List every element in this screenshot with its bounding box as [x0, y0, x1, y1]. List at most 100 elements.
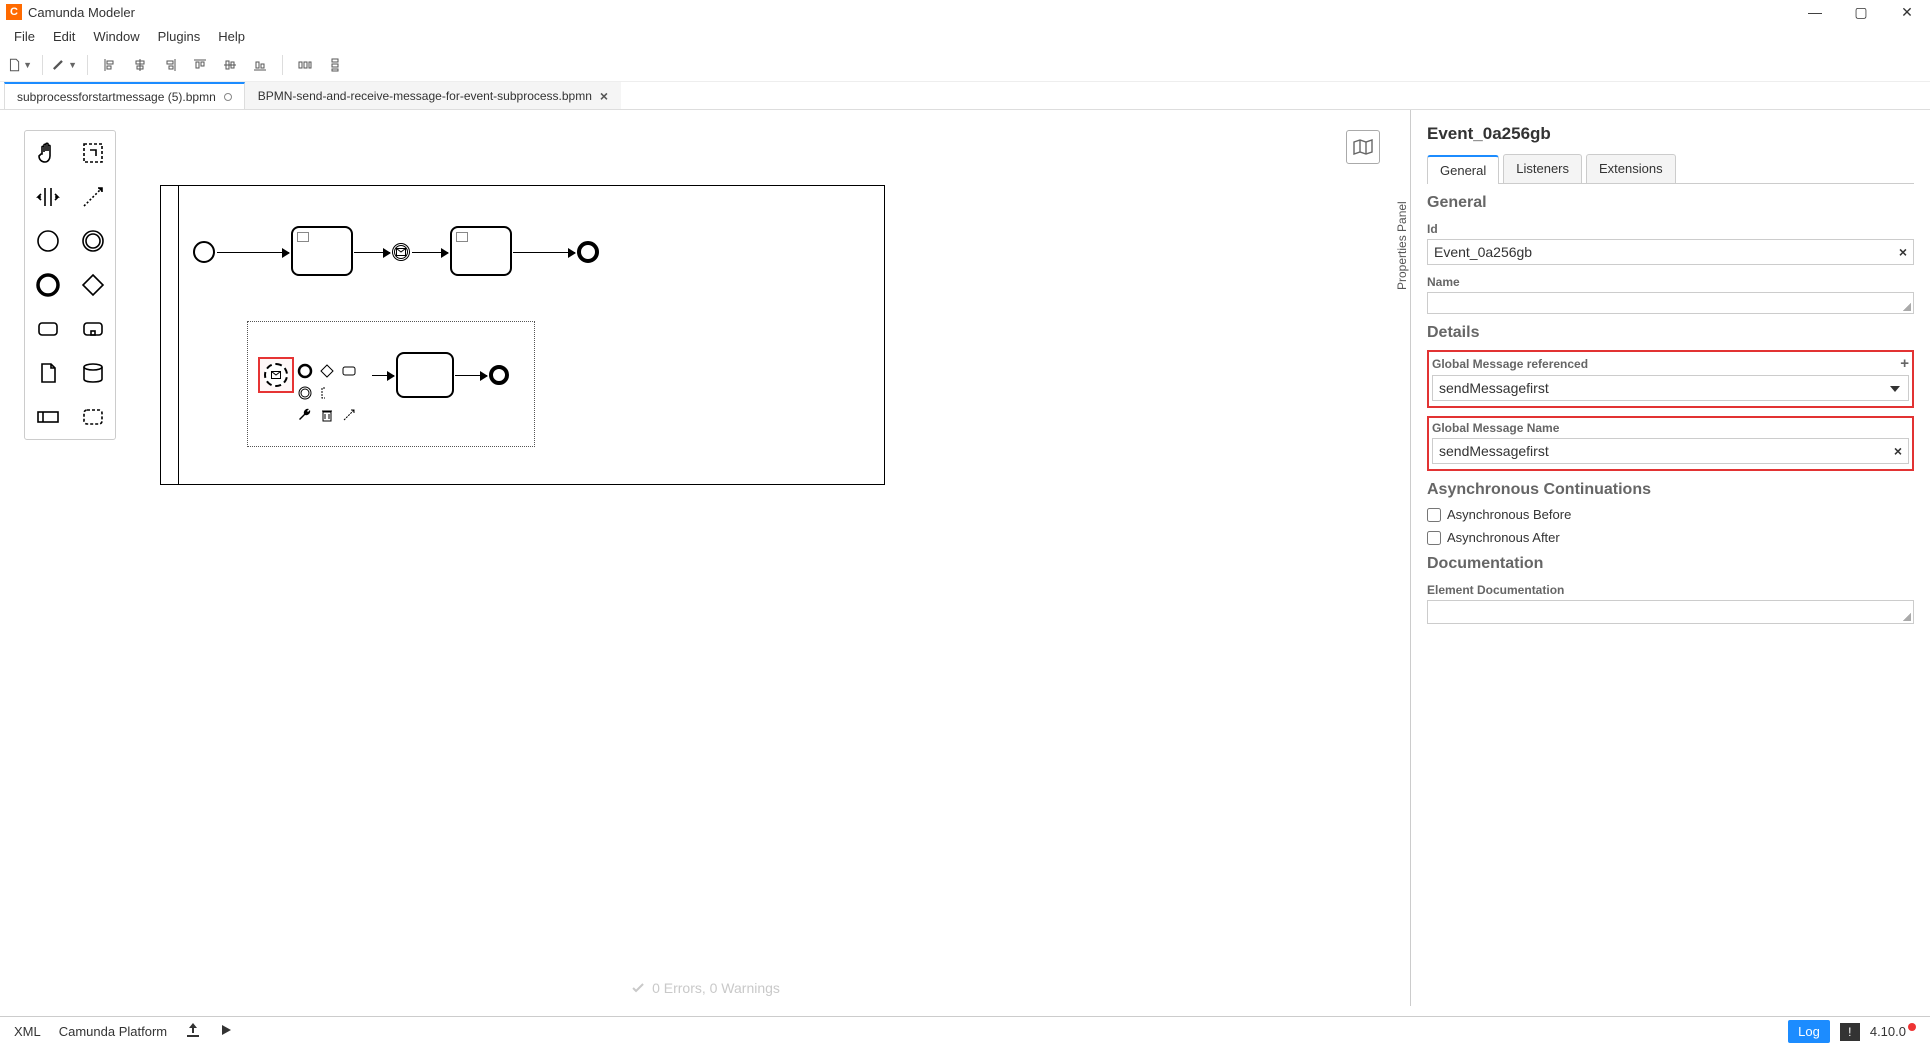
section-async: Asynchronous Continuations	[1427, 481, 1914, 499]
tab-label: BPMN-send-and-receive-message-for-event-…	[258, 89, 592, 103]
align-right-button[interactable]	[158, 53, 182, 77]
event-subprocess[interactable]	[247, 321, 535, 447]
menu-plugins[interactable]: Plugins	[150, 27, 209, 46]
menu-help[interactable]: Help	[210, 27, 253, 46]
id-input[interactable]: Event_0a256gb ×	[1427, 239, 1914, 265]
highlighted-msgname-field: Global Message Name sendMessagefirst ×	[1427, 416, 1914, 471]
properties-panel-label: Properties Panel	[1395, 201, 1409, 290]
menubar: File Edit Window Plugins Help	[0, 24, 1930, 48]
file-tabstrip: subprocessforstartmessage (5).bpmn BPMN-…	[0, 82, 1930, 110]
version-label[interactable]: 4.10.0	[1870, 1024, 1916, 1039]
menu-edit[interactable]: Edit	[45, 27, 83, 46]
name-input[interactable]	[1427, 292, 1914, 314]
task-icon[interactable]	[25, 307, 70, 351]
deploy-icon[interactable]	[185, 1023, 201, 1040]
gateway-icon[interactable]	[70, 263, 115, 307]
task-node-2[interactable]	[450, 226, 512, 276]
platform-label: Camunda Platform	[59, 1024, 167, 1039]
run-icon[interactable]	[219, 1023, 233, 1040]
prop-tab-general[interactable]: General	[1427, 155, 1499, 184]
new-file-button[interactable]: ▼	[8, 53, 32, 77]
minimap-toggle[interactable]	[1346, 130, 1380, 164]
start-event-node[interactable]	[193, 241, 215, 263]
prop-tab-extensions[interactable]: Extensions	[1586, 154, 1676, 183]
ctx-end-event-icon[interactable]	[296, 362, 314, 380]
space-tool-icon[interactable]	[25, 175, 70, 219]
section-details: Details	[1427, 324, 1914, 342]
async-before-checkbox[interactable]: Asynchronous Before	[1427, 507, 1914, 522]
distribute-v-button[interactable]	[323, 53, 347, 77]
ctx-connect-icon[interactable]	[340, 406, 358, 424]
tab-file-2[interactable]: BPMN-send-and-receive-message-for-event-…	[245, 82, 621, 109]
data-store-icon[interactable]	[70, 351, 115, 395]
element-palette	[24, 130, 116, 440]
marker-button[interactable]: ▼	[53, 53, 77, 77]
align-bottom-button[interactable]	[248, 53, 272, 77]
msgname-label: Global Message Name	[1432, 421, 1909, 435]
participant-icon[interactable]	[25, 395, 70, 439]
diagram-canvas[interactable]: 0 Errors, 0 Warnings	[0, 110, 1410, 1006]
intermediate-event-icon[interactable]	[70, 219, 115, 263]
align-left-button[interactable]	[98, 53, 122, 77]
ctx-intermediate-event-icon[interactable]	[296, 384, 314, 402]
bpmn-diagram[interactable]	[160, 185, 885, 485]
section-documentation: Documentation	[1427, 555, 1914, 573]
msgref-select[interactable]: sendMessagefirst	[1432, 375, 1909, 401]
warning-indicator-icon[interactable]: !	[1840, 1023, 1860, 1041]
task-node-1[interactable]	[291, 226, 353, 276]
doc-label: Element Documentation	[1427, 583, 1914, 597]
ctx-gateway-icon[interactable]	[318, 362, 336, 380]
xml-toggle[interactable]: XML	[14, 1024, 41, 1039]
group-icon[interactable]	[70, 395, 115, 439]
hand-tool-icon[interactable]	[25, 131, 70, 175]
msgref-label: Global Message referenced	[1432, 357, 1588, 371]
app-icon: C	[6, 4, 22, 20]
align-center-h-button[interactable]	[128, 53, 152, 77]
app-title: Camunda Modeler	[28, 5, 135, 20]
start-event-icon[interactable]	[25, 219, 70, 263]
menu-window[interactable]: Window	[85, 27, 147, 46]
properties-panel: Properties Panel Event_0a256gb General L…	[1410, 110, 1930, 1006]
minimize-button[interactable]: —	[1792, 0, 1838, 24]
maximize-button[interactable]: ▢	[1838, 0, 1884, 24]
data-object-icon[interactable]	[25, 351, 70, 395]
end-event-icon[interactable]	[25, 263, 70, 307]
clear-id-icon[interactable]: ×	[1899, 244, 1907, 260]
distribute-h-button[interactable]	[293, 53, 317, 77]
highlighted-msgref-field: Global Message referenced + sendMessagef…	[1427, 350, 1914, 408]
log-button[interactable]: Log	[1788, 1020, 1830, 1043]
msgname-input[interactable]: sendMessagefirst ×	[1432, 438, 1909, 464]
align-center-v-button[interactable]	[218, 53, 242, 77]
section-general: General	[1427, 194, 1914, 212]
ctx-wrench-icon[interactable]	[296, 406, 314, 424]
close-window-button[interactable]: ✕	[1884, 0, 1930, 24]
message-start-event-node[interactable]	[264, 363, 288, 387]
doc-input[interactable]	[1427, 600, 1914, 624]
ctx-task-icon[interactable]	[340, 362, 358, 380]
pool-header[interactable]	[161, 186, 179, 484]
tab-file-1[interactable]: subprocessforstartmessage (5).bpmn	[4, 82, 245, 109]
ctx-annotation-icon[interactable]	[318, 384, 336, 402]
prop-tab-listeners[interactable]: Listeners	[1503, 154, 1582, 183]
intermediate-message-event-node[interactable]	[392, 243, 410, 261]
close-tab-icon[interactable]: ×	[600, 88, 608, 104]
name-label: Name	[1427, 275, 1914, 289]
add-message-icon[interactable]: +	[1900, 355, 1909, 372]
context-pad	[296, 362, 372, 424]
subprocess-task-node[interactable]	[396, 352, 454, 398]
connect-tool-icon[interactable]	[70, 175, 115, 219]
toolbar: ▼ ▼	[0, 48, 1930, 82]
ctx-delete-icon[interactable]	[318, 406, 336, 424]
clear-msgname-icon[interactable]: ×	[1894, 443, 1902, 459]
status-bar: XML Camunda Platform Log ! 4.10.0	[0, 1016, 1930, 1046]
subprocess-end-event-node[interactable]	[489, 365, 509, 385]
lasso-tool-icon[interactable]	[70, 131, 115, 175]
menu-file[interactable]: File	[6, 27, 43, 46]
subprocess-expanded-icon[interactable]	[70, 307, 115, 351]
element-title: Event_0a256gb	[1427, 124, 1914, 144]
end-event-node[interactable]	[577, 241, 599, 263]
id-label: Id	[1427, 222, 1914, 236]
align-top-button[interactable]	[188, 53, 212, 77]
errors-warnings-badge[interactable]: 0 Errors, 0 Warnings	[630, 980, 780, 996]
async-after-checkbox[interactable]: Asynchronous After	[1427, 530, 1914, 545]
